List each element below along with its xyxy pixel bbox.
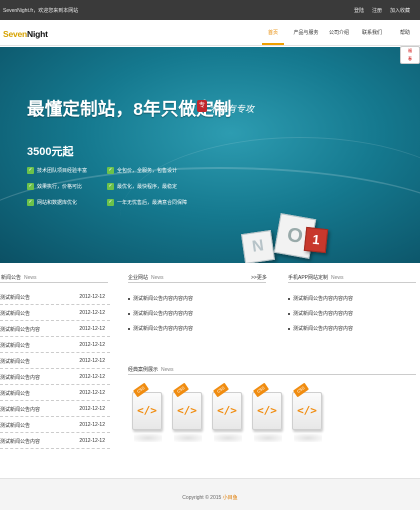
case-shadow bbox=[214, 434, 242, 442]
corp-list: 测试新闻公告内容内容内容 测试新闻公告内容内容内容 测试新闻公告内容内容内容 bbox=[128, 291, 268, 336]
banner-cubes-illustration: N O 1 bbox=[241, 212, 333, 263]
list-item[interactable]: 测试新闻公告 2012-12-12 bbox=[0, 305, 110, 321]
nav-home[interactable]: 首页 bbox=[258, 20, 288, 46]
code-icon: </> bbox=[297, 404, 317, 417]
decor-lantern: 福春 bbox=[400, 46, 420, 64]
case-shadow bbox=[254, 434, 282, 442]
footer: Copyright © 2015 小目鱼 bbox=[0, 478, 420, 510]
case-item[interactable]: CSS </> bbox=[210, 382, 244, 450]
more-link[interactable]: >>更多 bbox=[251, 274, 267, 281]
check-icon: ✓ bbox=[107, 183, 114, 190]
list-item[interactable]: 测试新闻公告 2012-12-12 bbox=[0, 353, 110, 369]
list-item[interactable]: 测试新闻公告 2012-12-12 bbox=[0, 289, 110, 305]
code-icon: </> bbox=[257, 404, 277, 417]
case-shadow bbox=[134, 434, 162, 442]
case-item[interactable]: CSS </> bbox=[290, 382, 324, 450]
nav-about[interactable]: 公司介绍 bbox=[324, 20, 354, 46]
top-links: 登陆 注册 加入收藏 bbox=[354, 7, 410, 14]
list-item[interactable]: 测试新闻公告内容内容内容 bbox=[128, 306, 268, 321]
news-list: 测试新闻公告 2012-12-12 测试新闻公告 2012-12-12 测试新闻公告… bbox=[0, 289, 110, 449]
bullet-icon bbox=[288, 297, 290, 300]
top-bar: SevenNight.fr，欢迎您来到本网站 登陆 注册 加入收藏 bbox=[0, 0, 420, 20]
list-item[interactable]: 测试新闻公告内容 2012-12-12 bbox=[0, 433, 110, 449]
check-icon: ✓ bbox=[27, 167, 34, 174]
check-icon: ✓ bbox=[107, 167, 114, 174]
check-icon: ✓ bbox=[27, 199, 34, 206]
code-icon: </> bbox=[177, 404, 197, 417]
case-shadow bbox=[174, 434, 202, 442]
bullet-icon bbox=[288, 312, 290, 315]
list-item[interactable]: 测试新闻公告内容 2012-12-12 bbox=[0, 321, 110, 337]
mobile-divider bbox=[288, 282, 416, 283]
register-link[interactable]: 注册 bbox=[372, 7, 382, 14]
list-item[interactable]: 测试新闻公告内容 2012-12-12 bbox=[0, 369, 110, 385]
cube-1: 1 bbox=[303, 226, 329, 254]
site-logo[interactable]: SevenNight bbox=[1, 25, 48, 41]
banner-badge: 专 bbox=[197, 100, 207, 112]
list-item[interactable]: 测试新闻公告内容内容内容 bbox=[288, 321, 420, 336]
nav-products[interactable]: 产品与服务 bbox=[291, 20, 321, 46]
banner-price: 3500元起 bbox=[27, 146, 74, 158]
feature-item: ✓ 网站和数据库优化 bbox=[27, 199, 78, 206]
cases-divider bbox=[128, 374, 416, 375]
banner-slogan: 术业有专攻 bbox=[209, 105, 255, 115]
feature-item: ✓ 最优化，最快程序，最稳定 bbox=[107, 183, 178, 190]
news-heading: 新闻公告 News bbox=[1, 275, 37, 281]
case-shadow bbox=[294, 434, 322, 442]
bullet-icon bbox=[128, 312, 130, 315]
feature-item: ✓ 效果执行，价格可比 bbox=[27, 183, 83, 190]
feature-item: ✓ 全包价，全服务，包售设计 bbox=[107, 167, 178, 174]
cube-n: N bbox=[241, 230, 275, 263]
case-item[interactable]: CSS </> bbox=[170, 382, 204, 450]
corp-heading: 企业网站 News bbox=[128, 275, 164, 281]
list-item[interactable]: 测试新闻公告内容内容内容 bbox=[288, 291, 420, 306]
corp-divider bbox=[128, 282, 266, 283]
cases-heading: 经典案例展示 News bbox=[128, 367, 174, 373]
feature-item: ✓ 技术团队项目经验丰富 bbox=[27, 167, 88, 174]
list-item[interactable]: 测试新闻公告内容 2012-12-12 bbox=[0, 401, 110, 417]
login-link[interactable]: 登陆 bbox=[354, 7, 364, 14]
add-favorite-link[interactable]: 加入收藏 bbox=[390, 7, 410, 14]
bullet-icon bbox=[128, 297, 130, 300]
logo-text-seven: Seven bbox=[3, 29, 28, 39]
bullet-icon bbox=[128, 327, 130, 330]
list-item[interactable]: 测试新闻公告内容内容内容 bbox=[128, 321, 268, 336]
case-item[interactable]: CSS </> bbox=[250, 382, 284, 450]
hero-banner[interactable]: 最懂定制站，8年只做定制 专 术业有专攻 3500元起 ✓ 技术团队项目经验丰富 … bbox=[0, 47, 420, 263]
check-icon: ✓ bbox=[27, 183, 34, 190]
code-icon: </> bbox=[217, 404, 237, 417]
list-item[interactable]: 测试新闻公告 2012-12-12 bbox=[0, 417, 110, 433]
list-item[interactable]: 测试新闻公告 2012-12-12 bbox=[0, 385, 110, 401]
footer-link[interactable]: 小目鱼 bbox=[223, 495, 238, 501]
nav-contact[interactable]: 联系我们 bbox=[357, 20, 387, 46]
logo-text-night: Night bbox=[27, 29, 48, 39]
code-icon: </> bbox=[137, 404, 157, 417]
list-item[interactable]: 测试新闻公告 2012-12-12 bbox=[0, 337, 110, 353]
mobile-heading: 手机APP网站定制 News bbox=[288, 275, 344, 281]
bullet-icon bbox=[288, 327, 290, 330]
copyright: Copyright © 2015 小目鱼 bbox=[182, 495, 238, 501]
case-item[interactable]: CSS </> bbox=[130, 382, 164, 450]
banner-features: ✓ 技术团队项目经验丰富 ✓ 全包价，全服务，包售设计 ✓ 效果执行，价格可比 ✓ 最优… bbox=[27, 167, 217, 206]
feature-item: ✓ 一年无忧售后，最满意合同保障 bbox=[107, 199, 188, 206]
welcome-text: SevenNight.fr，欢迎您来到本网站 bbox=[3, 8, 79, 14]
list-item[interactable]: 测试新闻公告内容内容内容 bbox=[128, 291, 268, 306]
check-icon: ✓ bbox=[107, 199, 114, 206]
main-nav: 首页 产品与服务 公司介绍 联系我们 帮助 bbox=[255, 20, 420, 46]
list-item[interactable]: 测试新闻公告内容内容内容 bbox=[288, 306, 420, 321]
nav-help[interactable]: 帮助 bbox=[390, 20, 420, 46]
mobile-list: 测试新闻公告内容内容内容 测试新闻公告内容内容内容 测试新闻公告内容内容内容 bbox=[288, 291, 420, 336]
cases-gallery: CSS </> CSS </> CSS </> CSS </> CSS </> bbox=[128, 382, 328, 454]
header: SevenNight 首页 产品与服务 公司介绍 联系我们 帮助 bbox=[0, 20, 420, 46]
news-divider bbox=[0, 282, 108, 283]
